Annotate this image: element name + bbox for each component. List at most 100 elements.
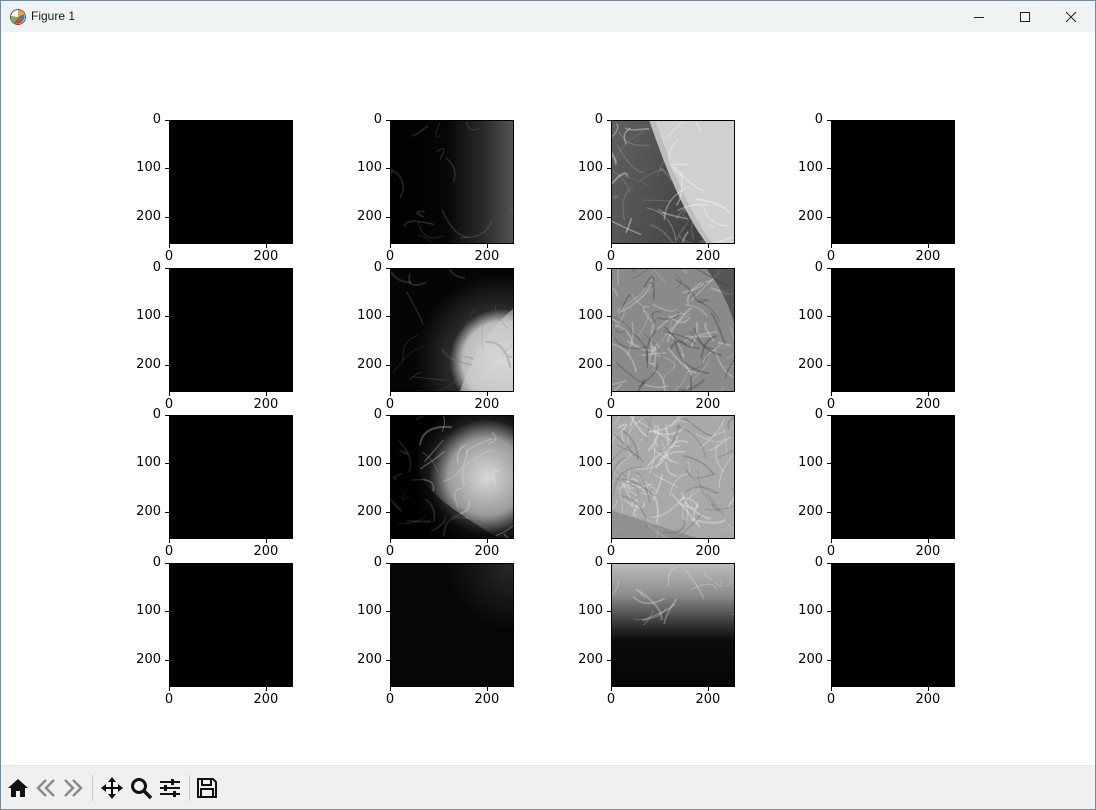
x-tick-label: 200 — [695, 249, 721, 264]
y-tick-mark — [165, 168, 169, 170]
y-tick-mark — [165, 415, 169, 416]
y-tick-label: 200 — [357, 503, 382, 519]
y-tick-mark — [165, 268, 169, 269]
subplot-image — [611, 415, 735, 539]
x-tick-mark — [707, 244, 709, 248]
x-tick-mark — [927, 392, 929, 396]
x-tick-mark — [265, 687, 267, 691]
y-tick-mark — [165, 463, 169, 465]
y-tick-mark — [165, 316, 169, 318]
y-tick-mark — [165, 563, 169, 564]
y-tick-label: 200 — [136, 208, 161, 224]
minimize-icon — [974, 16, 984, 18]
y-tick-label: 100 — [357, 455, 382, 471]
x-tick-label: 200 — [474, 692, 500, 707]
y-tick-mark — [386, 563, 390, 564]
x-tick-mark — [390, 244, 391, 248]
x-tick-mark — [390, 392, 391, 396]
subplot-image — [169, 563, 293, 687]
y-tick-mark — [607, 463, 611, 465]
x-tick-label: 200 — [253, 397, 279, 412]
y-tick-mark — [607, 268, 611, 269]
x-tick-label: 0 — [164, 692, 174, 707]
y-tick-label: 200 — [357, 356, 382, 372]
forward-button[interactable] — [60, 775, 86, 801]
x-tick-label: 200 — [253, 692, 279, 707]
y-tick-mark — [607, 611, 611, 613]
x-tick-label: 200 — [253, 544, 279, 559]
subplot-image — [611, 563, 735, 687]
pan-button[interactable] — [99, 775, 125, 801]
zoom-button[interactable] — [128, 775, 154, 801]
y-tick-label: 200 — [578, 651, 603, 667]
y-tick-mark — [607, 120, 611, 121]
y-tick-label: 200 — [357, 208, 382, 224]
maximize-button[interactable] — [1002, 1, 1048, 32]
subplot-image — [611, 268, 735, 392]
title-bar[interactable]: Figure 1 — [1, 1, 1095, 32]
y-tick-mark — [607, 364, 611, 366]
y-tick-mark — [827, 120, 831, 121]
subplot-image — [390, 120, 514, 244]
y-tick-mark — [386, 120, 390, 121]
y-tick-mark — [827, 563, 831, 564]
y-tick-label: 0 — [594, 555, 603, 570]
maximize-icon — [1020, 11, 1030, 22]
forward-arrow-icon — [64, 779, 83, 797]
x-tick-label: 200 — [695, 544, 721, 559]
y-tick-label: 100 — [578, 455, 603, 471]
y-tick-label: 0 — [152, 112, 161, 127]
x-tick-mark — [831, 539, 832, 543]
subplot-image — [390, 563, 514, 687]
y-tick-mark — [165, 611, 169, 613]
x-tick-mark — [611, 244, 612, 248]
y-tick-label: 0 — [814, 260, 823, 275]
y-tick-mark — [827, 611, 831, 613]
minimize-button[interactable] — [956, 1, 1002, 32]
x-tick-mark — [390, 687, 391, 691]
y-tick-label: 0 — [594, 260, 603, 275]
configure-subplots-button[interactable] — [157, 775, 183, 801]
x-tick-label: 0 — [826, 692, 836, 707]
x-tick-label: 200 — [474, 544, 500, 559]
y-tick-mark — [386, 316, 390, 318]
subplot-image — [611, 120, 735, 244]
x-tick-mark — [707, 687, 709, 691]
y-tick-label: 100 — [136, 455, 161, 471]
subplot-image — [831, 120, 955, 244]
toolbar-separator — [189, 775, 190, 801]
y-tick-mark — [165, 216, 169, 218]
x-tick-mark — [707, 392, 709, 396]
subplot-image — [831, 563, 955, 687]
x-tick-mark — [265, 392, 267, 396]
x-tick-label: 200 — [915, 397, 941, 412]
x-tick-mark — [169, 244, 170, 248]
home-button[interactable] — [5, 775, 31, 801]
y-tick-label: 200 — [798, 356, 823, 372]
y-tick-label: 100 — [357, 160, 382, 176]
back-button[interactable] — [33, 775, 59, 801]
y-tick-mark — [607, 415, 611, 416]
close-button[interactable] — [1048, 1, 1094, 32]
x-tick-label: 200 — [253, 249, 279, 264]
navigation-toolbar — [1, 765, 1095, 809]
y-tick-label: 0 — [152, 260, 161, 275]
figure-window: Figure 1 0 100 200 0 200 0 100 200 0 200 — [0, 0, 1096, 810]
subplot-image — [831, 268, 955, 392]
y-tick-label: 0 — [814, 555, 823, 570]
y-tick-mark — [827, 511, 831, 513]
y-tick-label: 100 — [798, 603, 823, 619]
subplot-image — [169, 268, 293, 392]
window-title: Figure 1 — [31, 9, 76, 23]
save-button[interactable] — [194, 775, 220, 801]
figure-canvas[interactable]: 0 100 200 0 200 0 100 200 0 200 0 100 200 0 200 0 100… — [1, 32, 1095, 765]
x-tick-mark — [611, 539, 612, 543]
y-tick-label: 100 — [136, 308, 161, 324]
x-tick-mark — [831, 392, 832, 396]
x-tick-mark — [486, 392, 488, 396]
y-tick-mark — [386, 168, 390, 170]
x-tick-mark — [611, 392, 612, 396]
y-tick-mark — [165, 511, 169, 513]
matplotlib-icon — [10, 9, 26, 25]
x-tick-label: 200 — [695, 397, 721, 412]
